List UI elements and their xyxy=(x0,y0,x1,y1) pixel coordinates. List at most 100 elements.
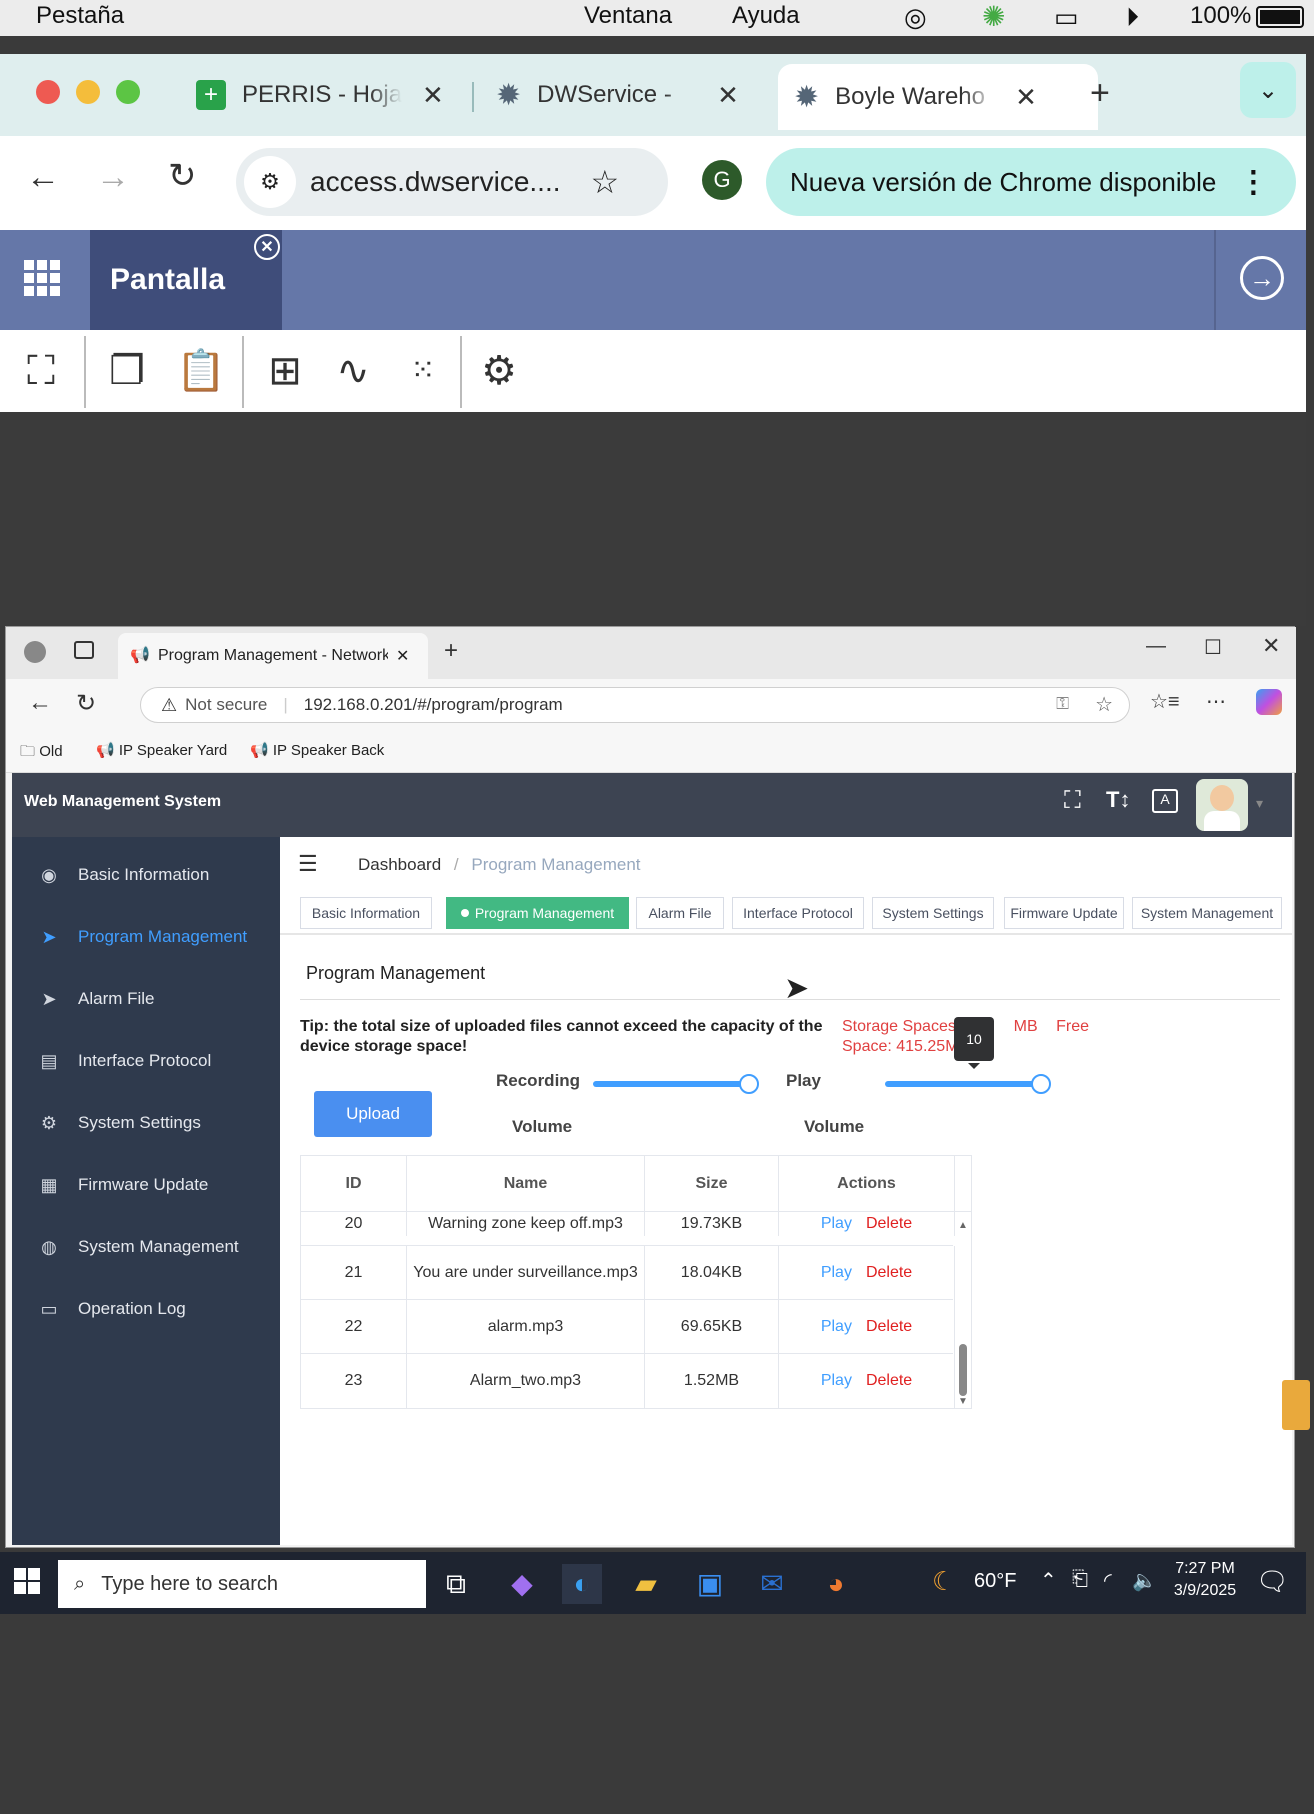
back-arrow-icon[interactable]: ← xyxy=(26,158,60,197)
activity-icon[interactable]: ∿ xyxy=(330,348,376,394)
favorite-star-icon[interactable]: ☆ xyxy=(1095,692,1113,717)
omnibox[interactable]: ⚙ access.dwservice.... ☆ xyxy=(236,148,668,216)
play-volume-slider[interactable] xyxy=(885,1081,1041,1087)
tag-basic-information[interactable]: Basic Information xyxy=(300,897,432,929)
maximize-icon[interactable]: ☐ xyxy=(1204,635,1222,660)
play-link[interactable]: Play xyxy=(821,1264,852,1282)
weather-icon[interactable]: ☾ xyxy=(932,1566,955,1597)
tray-chevron-icon[interactable]: ⌃ xyxy=(1040,1568,1057,1593)
scroll-down-icon[interactable]: ▼ xyxy=(958,1396,968,1407)
file-explorer-icon[interactable]: ▰ xyxy=(626,1564,666,1604)
maximize-window-button[interactable] xyxy=(116,80,140,104)
screen-tab[interactable]: Pantalla ✕ xyxy=(90,230,282,330)
copilot-icon[interactable] xyxy=(1256,689,1282,715)
play-link[interactable]: Play xyxy=(821,1318,852,1336)
bookmark-ip-speaker-yard[interactable]: 📢 IP Speaker Yard xyxy=(96,741,227,759)
close-tab-icon[interactable]: ✕ xyxy=(717,80,739,111)
copy-icon[interactable]: ❐ xyxy=(104,348,150,394)
taskbar-search[interactable]: ⌕ Type here to search xyxy=(58,1560,426,1608)
translate-icon[interactable]: A xyxy=(1152,789,1178,813)
avatar[interactable] xyxy=(1196,779,1248,831)
scroll-up-icon[interactable]: ▲ xyxy=(958,1220,968,1231)
clipboard-icon[interactable]: 📋 xyxy=(176,348,226,394)
delete-link[interactable]: Delete xyxy=(866,1318,912,1336)
sidebar-item-program-management[interactable]: ➤ Program Management xyxy=(12,917,280,957)
back-arrow-icon[interactable]: ← xyxy=(28,689,52,717)
clock[interactable]: 7:27 PM 3/9/2025 xyxy=(1170,1560,1240,1600)
menu-pestana[interactable]: Pestaña xyxy=(36,2,124,30)
play-slider-handle[interactable] xyxy=(1031,1074,1051,1094)
gear-status-icon[interactable]: ✺ xyxy=(982,0,1005,33)
site-info-icon[interactable]: ⚙ xyxy=(244,156,296,208)
wifi-icon[interactable]: ◜ xyxy=(1104,1568,1112,1593)
close-window-icon[interactable]: ✕ xyxy=(1262,633,1280,659)
fullscreen-icon[interactable]: ⛶ xyxy=(1064,787,1081,815)
apps-grid-icon[interactable] xyxy=(24,260,60,296)
font-size-icon[interactable]: T↕ xyxy=(1106,787,1130,813)
sidebar-item-firmware-update[interactable]: ▦ Firmware Update xyxy=(12,1165,280,1205)
keypad-icon[interactable]: ⁙ xyxy=(400,348,446,394)
tag-system-settings[interactable]: System Settings xyxy=(872,897,994,929)
bookmark-star-icon[interactable]: ☆ xyxy=(591,163,620,201)
play-link[interactable]: Play xyxy=(821,1215,852,1233)
reload-icon[interactable]: ↻ xyxy=(168,156,197,196)
sidebar-item-alarm-file[interactable]: ➤ Alarm File xyxy=(12,979,280,1019)
reload-icon[interactable]: ↻ xyxy=(76,689,96,718)
close-tab-icon[interactable]: ✕ xyxy=(422,80,444,111)
key-icon[interactable]: ⚿ xyxy=(1056,694,1069,714)
copilot-icon[interactable]: ◆ xyxy=(502,1564,542,1604)
windows-key-icon[interactable]: ⊞ xyxy=(262,348,308,394)
display-icon[interactable]: ▭ xyxy=(1054,2,1079,33)
sync-icon[interactable]: ◎ xyxy=(904,2,927,33)
more-icon[interactable]: ⋯ xyxy=(1206,689,1226,714)
delete-link[interactable]: Delete xyxy=(866,1215,912,1233)
chrome-tab-perris[interactable]: + PERRIS - Hoja ✕ xyxy=(196,72,444,118)
table-scrollbar[interactable]: ▲ ▼ xyxy=(955,1212,971,1408)
fullscreen-icon[interactable]: ⛶ xyxy=(18,348,64,394)
edge-tab-program-management[interactable]: 📢 Program Management - Network ✕ xyxy=(118,633,428,679)
hamburger-icon[interactable]: ☰ xyxy=(298,851,318,877)
new-tab-button[interactable]: + xyxy=(1090,74,1110,113)
bookmark-ip-speaker-back[interactable]: 📢 IP Speaker Back xyxy=(250,741,384,759)
menu-dots-icon[interactable]: ⋮ xyxy=(1238,165,1268,200)
profile-icon[interactable] xyxy=(24,641,46,663)
edge-icon[interactable]: ◐ xyxy=(562,1564,602,1604)
menu-ayuda[interactable]: Ayuda xyxy=(732,2,800,30)
volume-icon[interactable]: 🔈 xyxy=(1132,1568,1157,1593)
recording-slider-handle[interactable] xyxy=(739,1074,759,1094)
task-view-icon[interactable]: ⧉ xyxy=(436,1564,476,1604)
recording-volume-slider[interactable] xyxy=(593,1081,749,1087)
firefox-icon[interactable]: ◕ xyxy=(816,1564,856,1604)
profile-avatar[interactable]: G xyxy=(702,160,742,200)
scroll-thumb[interactable] xyxy=(959,1344,967,1396)
sidebar-item-basic-information[interactable]: ◉ Basic Information xyxy=(12,855,280,895)
chrome-tab-dwservice[interactable]: ✹ DWService - ✕ xyxy=(496,72,739,118)
notifications-icon[interactable]: 🗨 xyxy=(1256,1566,1289,1597)
edge-address-bar[interactable]: ⚠ Not secure | 192.168.0.201/#/program/p… xyxy=(140,687,1130,723)
sidebar-item-system-settings[interactable]: ⚙ System Settings xyxy=(12,1103,280,1143)
minimize-window-button[interactable] xyxy=(76,80,100,104)
favorites-icon[interactable]: ☆≡ xyxy=(1150,689,1180,714)
tag-system-management[interactable]: System Management xyxy=(1132,897,1282,929)
logout-icon[interactable]: → xyxy=(1240,256,1284,300)
minimize-icon[interactable]: — xyxy=(1146,635,1166,658)
outlook-icon[interactable]: ✉ xyxy=(752,1564,792,1604)
delete-link[interactable]: Delete xyxy=(866,1372,912,1390)
tray-device-icon[interactable]: ⎗ xyxy=(1072,1568,1088,1591)
sidebar-item-system-management[interactable]: ◍ System Management xyxy=(12,1227,280,1267)
tab-actions-icon[interactable] xyxy=(74,641,94,659)
settings-gear-icon[interactable]: ⚙ xyxy=(476,348,522,394)
breadcrumb-home[interactable]: Dashboard xyxy=(358,855,441,874)
sidebar-item-operation-log[interactable]: ▭ Operation Log xyxy=(12,1289,280,1329)
tag-program-management[interactable]: Program Management xyxy=(446,897,629,929)
chrome-update-button[interactable]: Nueva versión de Chrome disponible ⋮ xyxy=(766,148,1296,216)
caret-down-icon[interactable]: ▾ xyxy=(1256,795,1263,812)
play-circle-icon[interactable]: ⏵ xyxy=(1126,2,1139,34)
menu-ventana[interactable]: Ventana xyxy=(584,2,672,30)
play-link[interactable]: Play xyxy=(821,1372,852,1390)
tag-alarm-file[interactable]: Alarm File xyxy=(636,897,724,929)
forward-arrow-icon[interactable]: → xyxy=(96,158,130,197)
new-tab-button[interactable]: + xyxy=(444,637,458,665)
upload-button[interactable]: Upload xyxy=(314,1091,432,1137)
tag-interface-protocol[interactable]: Interface Protocol xyxy=(732,897,864,929)
